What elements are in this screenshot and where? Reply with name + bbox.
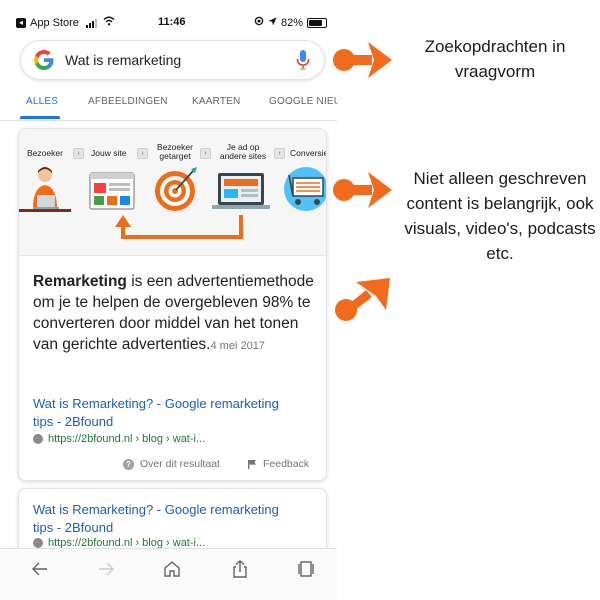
step-label-je-ad-op-andere-sites: Je ad op andere sites [219,142,267,161]
result-title-link[interactable]: Wat is Remarketing? - Google remarketing… [33,501,313,537]
tab-kaarten[interactable]: KAARTEN [192,96,240,107]
tab-alles[interactable]: ALLES [26,96,58,107]
feedback-label[interactable]: Feedback [263,458,309,470]
chevron-right-icon: › [73,148,84,159]
snippet-keyword: Remarketing [33,273,127,290]
featured-snippet-card: Bezoeker › Jouw site › Bezoeker getarget… [18,128,327,481]
step-label-jouw-site: Jouw site [91,148,127,158]
step-label-bezoeker-getarget: Bezoeker getarget [157,142,193,161]
feedback-flag-icon [248,460,256,469]
result-url[interactable]: https://2bfound.nl › blog › wat-i... [33,433,205,445]
annotation-arrow-1-icon [333,42,392,78]
chevron-right-icon: › [137,148,148,159]
forward-arrow-icon[interactable] [96,559,116,579]
status-left: ◂ App Store [16,16,115,29]
favicon-globe-icon [33,538,43,548]
favicon-globe-icon [33,434,43,444]
annotation-question-queries: Zoekopdrachten in vraagvorm [424,37,566,81]
microphone-icon[interactable] [296,49,310,71]
location-icon [268,17,277,29]
active-tab-indicator [20,116,60,119]
annotation-arrow-2-icon [333,172,392,208]
cellular-signal-icon [85,18,97,28]
annotation-visual-content: Niet alleen geschreven content is belang… [404,169,596,263]
tab-afbeeldingen[interactable]: AFBEELDINGEN [88,96,168,107]
snippet-date: 4 mei 2017 [210,340,265,352]
back-to-app-icon[interactable]: ◂ [16,17,26,28]
home-icon[interactable] [162,559,182,579]
wifi-icon [103,16,115,29]
result-title-line-1[interactable]: Wat is Remarketing? - Google remarketing [33,395,313,413]
card-footer: ? Over dit resultaat Feedback [19,455,326,475]
search-bar[interactable]: Wat is remarketing [20,40,325,80]
battery-percentage: 82% [280,16,303,29]
result-title-line-2[interactable]: tips - 2Bfound [33,413,313,431]
annotation-arrow-3-icon [335,278,390,321]
illustration-drawing [19,167,326,239]
website-icon [89,172,135,210]
person-at-laptop-icon [19,167,71,212]
feedback-button[interactable]: Feedback [247,458,309,470]
chevron-right-icon: › [274,148,285,159]
tab-google-nieuws[interactable]: GOOGLE NIEU [269,96,337,107]
result-title-line-2[interactable]: tips - 2Bfound [33,519,313,537]
tabs-icon[interactable] [296,559,316,579]
shopping-cart-icon [284,167,326,211]
loop-arrow-icon [115,215,243,239]
step-label-bezoeker: Bezoeker [27,148,63,158]
question-mark-icon: ? [123,458,134,470]
step-label-conversie: Conversie [290,148,327,158]
target-icon [155,167,197,211]
result-title-line-1[interactable]: Wat is Remarketing? - Google remarketing [33,501,313,519]
status-bar: ◂ App Store 11:46 82% [0,0,337,36]
search-query[interactable]: Wat is remarketing [65,52,181,68]
status-time: 11:46 [158,16,186,28]
remarketing-illustration: Bezoeker › Jouw site › Bezoeker getarget… [19,129,326,256]
back-arrow-icon[interactable] [30,559,50,579]
snippet-text: Remarketing is een advertentiemethode om… [33,271,323,357]
status-right: 82% [254,16,327,29]
battery-fill [309,19,322,26]
about-result-button[interactable]: ? Over dit resultaat [123,458,220,470]
search-tabs: ALLES AFBEELDINGEN KAARTEN GOOGLE NIEU [0,90,337,121]
phone-screenshot: ◂ App Store 11:46 82% Wat is remarketing… [0,0,337,600]
chevron-right-icon: › [200,148,211,159]
battery-icon [307,17,327,28]
back-app-label[interactable]: App Store [30,17,79,29]
orientation-lock-icon [254,16,264,29]
about-result-label[interactable]: Over dit resultaat [140,458,220,470]
browser-toolbar [0,548,337,600]
result-title-link[interactable]: Wat is Remarketing? - Google remarketing… [33,395,313,431]
result-url-text[interactable]: https://2bfound.nl › blog › wat-i... [48,433,205,445]
share-icon[interactable] [230,559,250,579]
ad-on-laptop-icon [212,173,270,209]
google-g-logo [34,50,54,70]
